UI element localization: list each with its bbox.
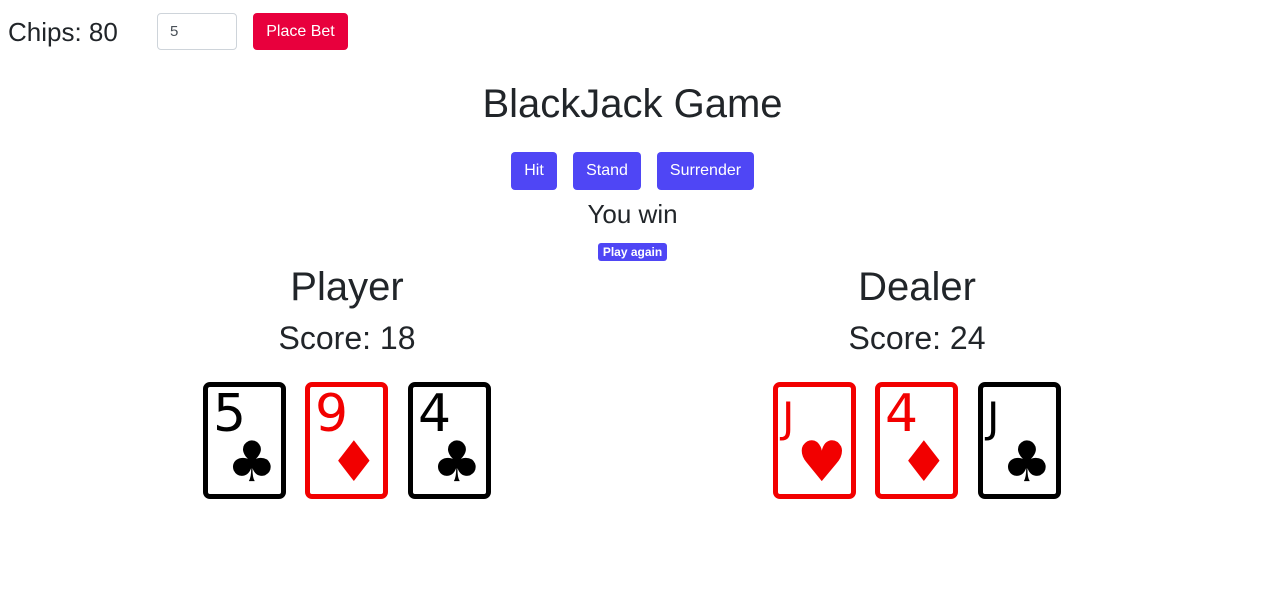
bet-amount-input[interactable]: [157, 13, 237, 50]
dealer-title: Dealer: [858, 265, 976, 309]
player-card: 9 ♦: [305, 382, 388, 499]
result-message: You win: [587, 199, 678, 229]
heart-suit-icon: ♥: [796, 430, 847, 495]
dealer-card: J ♥: [773, 382, 856, 499]
player-hand: Player Score: 18 5 ♣ 9 ♦ 4 ♣: [137, 262, 557, 499]
top-bar: Chips: 80 Place Bet: [0, 0, 1269, 64]
chips-count: Chips: 80: [8, 17, 118, 47]
player-score: Score: 18: [278, 320, 416, 356]
club-suit-icon: ♣: [1001, 430, 1052, 495]
player-cards: 5 ♣ 9 ♦ 4 ♣: [137, 382, 557, 500]
player-card: 5 ♣: [203, 382, 286, 499]
player-card: 4 ♣: [408, 382, 491, 499]
dealer-hand: Dealer Score: 24 J ♥ 4 ♦ J ♣: [707, 262, 1127, 499]
diamond-suit-icon: ♦: [898, 430, 949, 495]
card-rank: J: [987, 393, 1000, 442]
surrender-button[interactable]: Surrender: [657, 152, 754, 190]
hit-button[interactable]: Hit: [511, 152, 557, 190]
club-suit-icon: ♣: [226, 430, 277, 495]
play-again-button[interactable]: Play again: [598, 243, 667, 261]
place-bet-button[interactable]: Place Bet: [253, 13, 348, 50]
dealer-card: 4 ♦: [875, 382, 958, 499]
stand-button[interactable]: Stand: [573, 152, 641, 190]
diamond-suit-icon: ♦: [328, 430, 379, 495]
page-title: BlackJack Game: [482, 82, 783, 126]
dealer-cards: J ♥ 4 ♦ J ♣: [707, 382, 1127, 500]
dealer-card: J ♣: [978, 382, 1061, 499]
dealer-score: Score: 24: [848, 320, 986, 356]
club-suit-icon: ♣: [431, 430, 482, 495]
card-rank: J: [782, 393, 795, 442]
player-title: Player: [290, 265, 404, 309]
